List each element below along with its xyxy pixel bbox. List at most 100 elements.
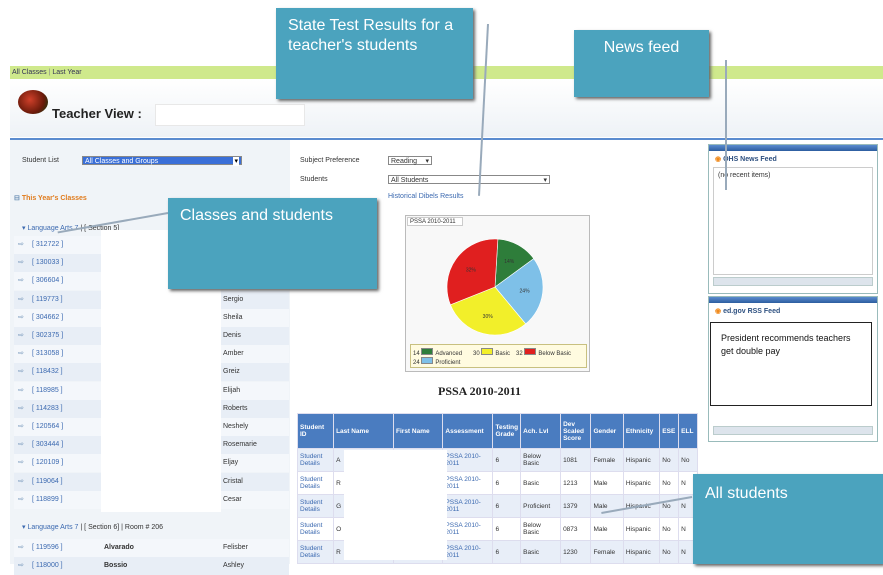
arrow-right-icon[interactable]: ⇨	[18, 557, 24, 575]
students-value: All Students	[391, 177, 429, 184]
arrow-right-icon[interactable]: ⇨	[18, 382, 24, 400]
table-cell: 1230	[560, 540, 592, 564]
student-id-link[interactable]: [ 118899 ]	[32, 491, 63, 509]
column-header[interactable]: Student ID	[296, 413, 335, 449]
student-id-link[interactable]: [ 303444 ]	[32, 436, 63, 454]
connector-line	[725, 60, 727, 190]
column-header[interactable]: Ethnicity	[622, 413, 661, 449]
student-id-link[interactable]: [ 119064 ]	[32, 473, 63, 491]
callout-classes: Classes and students	[168, 198, 377, 289]
table-cell: Proficient	[520, 494, 562, 518]
arrow-right-icon[interactable]: ⇨	[18, 327, 24, 345]
assessment-link[interactable]: PSSA 2010-2011	[442, 540, 494, 564]
arrow-right-icon[interactable]: ⇨	[18, 309, 24, 327]
chevron-down-icon: ▾	[22, 225, 26, 232]
student-row[interactable]: ⇨ [ 118000 ] Bossio Ashley	[14, 557, 289, 575]
arrow-right-icon[interactable]: ⇨	[18, 363, 24, 381]
feed-scrollbar[interactable]	[713, 426, 873, 435]
table-cell: Female	[590, 448, 624, 472]
historical-dibels-link[interactable]: Historical Dibels Results	[388, 193, 463, 200]
column-header[interactable]: ELL	[678, 413, 698, 449]
student-id-link[interactable]: [ 304662 ]	[32, 309, 63, 327]
student-id-link[interactable]: [ 114283 ]	[32, 400, 63, 418]
column-header[interactable]: Gender	[590, 413, 624, 449]
arrow-right-icon[interactable]: ⇨	[18, 272, 24, 290]
column-header[interactable]: Dev Scaled Score	[560, 413, 592, 449]
table-cell: 1379	[560, 494, 592, 518]
arrow-right-icon[interactable]: ⇨	[18, 454, 24, 472]
arrow-right-icon[interactable]: ⇨	[18, 473, 24, 491]
subject-select[interactable]: Reading ▾	[388, 156, 432, 165]
student-id-link[interactable]: [ 119773 ]	[32, 291, 63, 309]
students-select[interactable]: All Students ▾	[388, 175, 550, 184]
arrow-right-icon[interactable]: ⇨	[18, 539, 24, 557]
students-label: Students	[300, 176, 328, 183]
arrow-right-icon[interactable]: ⇨	[18, 254, 24, 272]
student-id-link[interactable]: [ 312722 ]	[32, 236, 63, 254]
page-title: Teacher View :	[52, 106, 142, 121]
column-header[interactable]: Last Name	[333, 413, 395, 449]
student-id-link[interactable]: [ 130033 ]	[32, 254, 63, 272]
pie-chart: 14% 24% 30% 32%	[446, 238, 544, 336]
arrow-right-icon[interactable]: ⇨	[18, 491, 24, 509]
table-cell: Basic	[520, 471, 562, 495]
arrow-right-icon[interactable]: ⇨	[18, 418, 24, 436]
assessment-link[interactable]: PSSA 2010-2011	[442, 494, 494, 518]
arrow-right-icon[interactable]: ⇨	[18, 291, 24, 309]
student-details-link[interactable]: Student Details	[296, 540, 335, 564]
column-header[interactable]: Testing Grade	[492, 413, 522, 449]
nav-all-classes[interactable]: All Classes	[12, 69, 47, 76]
nav-last-year[interactable]: Last Year	[52, 69, 81, 76]
feed-body: (no recent items)	[713, 167, 873, 275]
feed-scrollbar[interactable]	[713, 277, 873, 286]
assessment-link[interactable]: PSSA 2010-2011	[442, 448, 494, 472]
collapse-icon[interactable]: ⊟	[14, 195, 20, 202]
student-id-link[interactable]: [ 119596 ]	[32, 539, 63, 557]
chevron-down-icon: ▾	[22, 524, 26, 531]
arrow-right-icon[interactable]: ⇨	[18, 236, 24, 254]
student-details-link[interactable]: Student Details	[296, 517, 335, 541]
student-id-link[interactable]: [ 313058 ]	[32, 345, 63, 363]
table-cell: Female	[590, 540, 624, 564]
column-header[interactable]: ESE	[659, 413, 680, 449]
student-first-name: Cristal	[223, 477, 243, 485]
student-details-link[interactable]: Student Details	[296, 471, 335, 495]
chevron-down-icon: ▾	[233, 157, 239, 166]
pie-slice-label: 30%	[483, 314, 494, 320]
student-id-link[interactable]: [ 120109 ]	[32, 454, 63, 472]
callout-news-feed: News feed	[574, 30, 709, 97]
table-cell: No	[659, 540, 680, 564]
pie-slice-label: 14%	[504, 259, 515, 265]
subject-pref-label: Subject Preference	[300, 157, 360, 164]
student-list-select[interactable]: All Classes and Groups ▾	[82, 156, 242, 166]
student-id-link[interactable]: [ 118000 ]	[32, 557, 63, 575]
student-details-link[interactable]: Student Details	[296, 494, 335, 518]
chart-caption: PSSA 2010-2011	[438, 384, 522, 398]
arrow-right-icon[interactable]: ⇨	[18, 436, 24, 454]
arrow-right-icon[interactable]: ⇨	[18, 400, 24, 418]
student-details-link[interactable]: Student Details	[296, 448, 335, 472]
student-first-name: Greiz	[223, 368, 240, 376]
student-id-link[interactable]: [ 118985 ]	[32, 382, 63, 400]
arrow-right-icon[interactable]: ⇨	[18, 345, 24, 363]
student-id-link[interactable]: [ 120564 ]	[32, 418, 63, 436]
student-row[interactable]: ⇨ [ 119596 ] Alvarado Felisber	[14, 539, 289, 557]
table-cell: 6	[492, 494, 522, 518]
column-header[interactable]: First Name	[393, 413, 444, 449]
table-cell: 6	[492, 517, 522, 541]
student-id-link[interactable]: [ 302375 ]	[32, 327, 63, 345]
column-header[interactable]: Ach. Lvl	[520, 413, 562, 449]
student-id-link[interactable]: [ 306604 ]	[32, 272, 63, 290]
class-header-2[interactable]: ▾ Language Arts 7 | [ Section 6] | Room …	[22, 523, 163, 531]
table-cell: Basic	[520, 540, 562, 564]
column-header[interactable]: Assessment	[442, 413, 494, 449]
assessment-link[interactable]: PSSA 2010-2011	[442, 471, 494, 495]
table-cell: No	[659, 471, 680, 495]
assessment-link[interactable]: PSSA 2010-2011	[442, 517, 494, 541]
table-cell: Male	[590, 517, 624, 541]
callout-president: President recommends teachers get double…	[710, 322, 872, 406]
student-id-link[interactable]: [ 118432 ]	[32, 363, 63, 381]
legend-count: 24	[413, 360, 422, 366]
legend-item: 24 Proficient	[413, 357, 460, 366]
legend-label: Below Basic	[538, 351, 572, 357]
